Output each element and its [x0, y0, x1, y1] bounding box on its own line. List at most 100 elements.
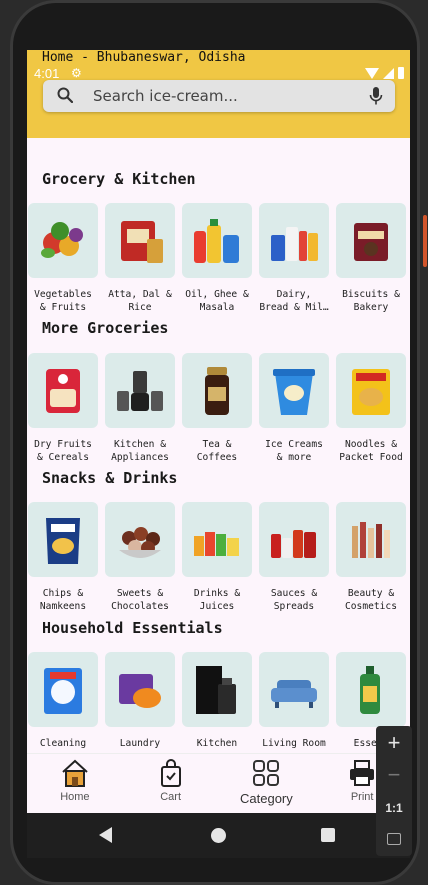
category-label: Dairy, Bread & Mil… — [259, 289, 329, 313]
category-tile-beauty-cosmetics[interactable]: Beauty & Cosmetics — [336, 502, 406, 613]
section-title-household-essentials: Household Essentials — [42, 619, 223, 637]
category-label: Cleaning — [39, 738, 87, 749]
shampoo-bottle-icon — [336, 652, 406, 727]
noodles-pack-icon — [336, 353, 406, 428]
section-title-grocery-kitchen: Grocery & Kitchen — [42, 170, 196, 188]
category-label: Noodles & Packet Food — [339, 439, 403, 463]
coffee-jar-icon — [182, 353, 252, 428]
atta-bag-icon — [105, 203, 175, 278]
nav-category[interactable]: Category — [221, 754, 311, 806]
category-tile-cleaning[interactable]: Cleaning — [28, 652, 98, 750]
battery-icon — [398, 67, 404, 79]
category-tile-vegetables-fruits[interactable]: Vegetables & Fruits — [28, 203, 98, 314]
search-icon[interactable] — [57, 87, 73, 103]
ice-cream-tub-icon — [259, 353, 329, 428]
oil-bottle-icon — [182, 203, 252, 278]
category-tile-atta-dal-rice[interactable]: Atta, Dal & Rice — [105, 203, 175, 314]
category-row-more-groceries: Dry Fruits & Cereals Kitchen & Appliance… — [28, 353, 410, 464]
nav-category-label: Category — [240, 791, 293, 806]
printer-icon — [350, 760, 375, 786]
cosmetics-icon — [336, 502, 406, 577]
category-tile-sauces-spreads[interactable]: Sauces & Spreads — [259, 502, 329, 613]
app-header: Home - Bhubaneswar, Odisha 4:01 ⚙ — [27, 50, 410, 138]
zoom-reset-button[interactable]: 1:1 — [376, 793, 412, 823]
zoom-in-button[interactable]: + — [376, 728, 412, 758]
category-tile-tea-coffees[interactable]: Tea & Coffees — [182, 353, 252, 464]
category-tile-kitchen-appliances[interactable]: Kitchen & Appliances — [105, 353, 175, 464]
chips-pack-icon — [28, 502, 98, 577]
emulator-zoom-panel: + − 1:1 — [376, 726, 412, 856]
category-label: Beauty & Cosmetics — [345, 588, 397, 612]
category-tile-noodles-packet-food[interactable]: Noodles & Packet Food — [336, 353, 406, 464]
category-label: Oil, Ghee & Masala — [185, 289, 249, 313]
section-title-more-groceries: More Groceries — [42, 319, 169, 337]
category-tile-dry-fruits-cereals[interactable]: Dry Fruits & Cereals — [28, 353, 98, 464]
category-label: Ice Creams & more — [265, 439, 323, 463]
category-row-snacks-drinks: Chips & Namkeens Sweets & Chocolates Dri… — [28, 502, 410, 613]
detergent-pack-icon — [28, 652, 98, 727]
juice-bottles-icon — [182, 502, 252, 577]
nav-home[interactable]: Home — [30, 754, 120, 803]
category-label: Biscuits & Bakery — [342, 289, 400, 313]
gear-icon: ⚙ — [71, 66, 82, 80]
wifi-icon — [365, 68, 379, 79]
phone-side-button — [423, 215, 427, 267]
bottom-nav: Home Cart Category Print — [27, 753, 410, 813]
category-tile-laundry[interactable]: Laundry — [105, 652, 175, 750]
search-bar[interactable] — [43, 80, 395, 112]
category-label: Chips & Namkeens — [39, 588, 87, 612]
category-label: Tea & Coffees — [196, 439, 238, 463]
category-tile-oil-ghee-masala[interactable]: Oil, Ghee & Masala — [182, 203, 252, 314]
category-tile-living-room[interactable]: Living Room — [259, 652, 329, 750]
category-label: Vegetables & Fruits — [34, 289, 92, 313]
category-tile-dairy-bread-milk[interactable]: Dairy, Bread & Mil… — [259, 203, 329, 314]
home-circle-icon[interactable] — [211, 828, 226, 843]
recent-apps-icon[interactable] — [321, 828, 335, 842]
category-label: Kitchen — [196, 738, 238, 749]
nav-home-label: Home — [60, 791, 90, 803]
status-time: 4:01 — [34, 66, 60, 81]
mixer-icon — [105, 353, 175, 428]
fit-screen-icon[interactable] — [387, 833, 401, 845]
android-nav-bar — [27, 813, 410, 858]
sweets-bowl-icon — [105, 502, 175, 577]
category-label: Sweets & Chocolates — [111, 588, 169, 612]
signal-icon — [383, 68, 394, 79]
category-label: Laundry — [119, 738, 161, 749]
category-label: Atta, Dal & Rice — [108, 289, 172, 313]
category-row-household-essentials: Cleaning Laundry Kitchen Living Room Ess… — [28, 652, 410, 750]
category-tile-kitchen[interactable]: Kitchen — [182, 652, 252, 750]
category-tile-chips-namkeens[interactable]: Chips & Namkeens — [28, 502, 98, 613]
delivery-location[interactable]: Home - Bhubaneswar, Odisha — [42, 50, 246, 65]
back-icon[interactable] — [99, 827, 112, 843]
category-label: Drinks & Juices — [193, 588, 241, 612]
nav-cart-label: Cart — [160, 791, 182, 803]
nav-print-label: Print — [350, 791, 374, 803]
system-icons — [365, 67, 404, 79]
category-tile-ice-creams[interactable]: Ice Creams & more — [259, 353, 329, 464]
dairy-icon — [259, 203, 329, 278]
search-input[interactable] — [93, 80, 353, 112]
soap-bar-icon — [105, 652, 175, 727]
cereal-pack-icon — [28, 353, 98, 428]
sofa-icon — [259, 652, 329, 727]
biscuit-pack-icon — [336, 203, 406, 278]
vegetables-icon — [28, 203, 98, 278]
category-tile-sweets-chocolates[interactable]: Sweets & Chocolates — [105, 502, 175, 613]
sauce-bottles-icon — [259, 502, 329, 577]
shopping-bag-icon — [160, 759, 181, 787]
category-label: Kitchen & Appliances — [111, 439, 169, 463]
category-label: Dry Fruits & Cereals — [34, 439, 92, 463]
category-tile-biscuits-bakery[interactable]: Biscuits & Bakery — [336, 203, 406, 314]
app-screen: Home - Bhubaneswar, Odisha 4:01 ⚙ Groc — [27, 50, 410, 813]
nav-cart[interactable]: Cart — [126, 754, 216, 803]
category-tile-drinks-juices[interactable]: Drinks & Juices — [182, 502, 252, 613]
grid-icon — [253, 760, 280, 786]
home-icon — [62, 759, 88, 787]
zoom-out-button[interactable]: − — [376, 760, 412, 790]
section-title-snacks-drinks: Snacks & Drinks — [42, 469, 178, 487]
perfume-box-icon — [182, 652, 252, 727]
category-label: Living Room — [262, 738, 326, 749]
mic-icon[interactable] — [369, 86, 383, 106]
category-row-grocery-kitchen: Vegetables & Fruits Atta, Dal & Rice Oil… — [28, 203, 410, 314]
